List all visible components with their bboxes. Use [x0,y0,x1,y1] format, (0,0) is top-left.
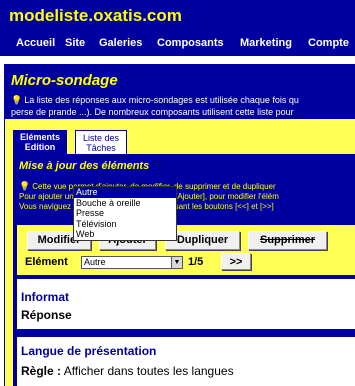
panel-title: Mise à jour des éléments [19,160,150,172]
reponse-label: Réponse [21,308,72,322]
element-dropdown-list[interactable]: Autre Bouche à oreille Presse Télévision… [73,186,177,241]
information-title: Informat [21,290,69,304]
rule-line: Règle : Afficher dans toutes les langues [21,364,234,378]
nav-marketing[interactable]: Marketing [240,37,292,49]
nav-galeries[interactable]: Galeries [99,37,142,49]
lightbulb-icon: 💡 [11,95,23,105]
dropdown-option[interactable]: Presse [74,208,176,219]
element-select[interactable]: Autre ▼ [81,256,183,269]
nav-compte[interactable]: Compte [308,37,349,49]
nav-composants[interactable]: Composants [157,37,224,49]
separator [0,56,355,64]
module-title: Micro-sondage [11,72,118,89]
information-card: Informat Réponse [17,279,355,329]
element-counter: 1/5 [188,256,204,268]
nav-site[interactable]: Site [65,37,85,49]
tab-liste-des-taches[interactable]: Liste des Tâches [75,130,127,154]
panel-description: 💡Cette vue permet d'ajouter, de modifier… [19,181,279,211]
toolbar: Modifier Ajouter Dupliquer Supprimer Elé… [17,225,355,275]
lightbulb-icon: 💡 [19,181,31,191]
site-title: modeliste.oxatis.com [9,6,182,25]
nav-accueil[interactable]: Accueil [16,37,55,49]
dropdown-option[interactable]: Web [74,229,176,240]
dropdown-option[interactable]: Bouche à oreille [74,198,176,209]
chevron-down-icon[interactable]: ▼ [171,257,182,268]
main-nav: Accueil Site Galeries Composants Marketi… [0,37,355,51]
supprimer-button[interactable]: Supprimer [248,231,327,250]
language-title: Langue de présentation [21,344,157,358]
module-description: 💡 La liste des réponses aux micro-sondage… [11,95,299,117]
language-card: Langue de présentation Règle : Afficher … [17,337,355,386]
dropdown-option[interactable]: Autre [74,187,176,198]
next-button[interactable]: >> [221,253,251,270]
module-container: Micro-sondage 💡 La liste des réponses aux… [4,64,355,386]
dropdown-option[interactable]: Télévision [74,219,176,230]
top-bar: modeliste.oxatis.com Accueil Site Galeri… [0,0,355,56]
edit-panel: Mise à jour des éléments 💡Cette vue perm… [13,154,355,386]
element-label: Elément [25,256,68,268]
tab-elements-edition[interactable]: Eléments Edition [13,130,67,154]
module-header: Micro-sondage 💡 La liste des réponses aux… [5,64,355,119]
